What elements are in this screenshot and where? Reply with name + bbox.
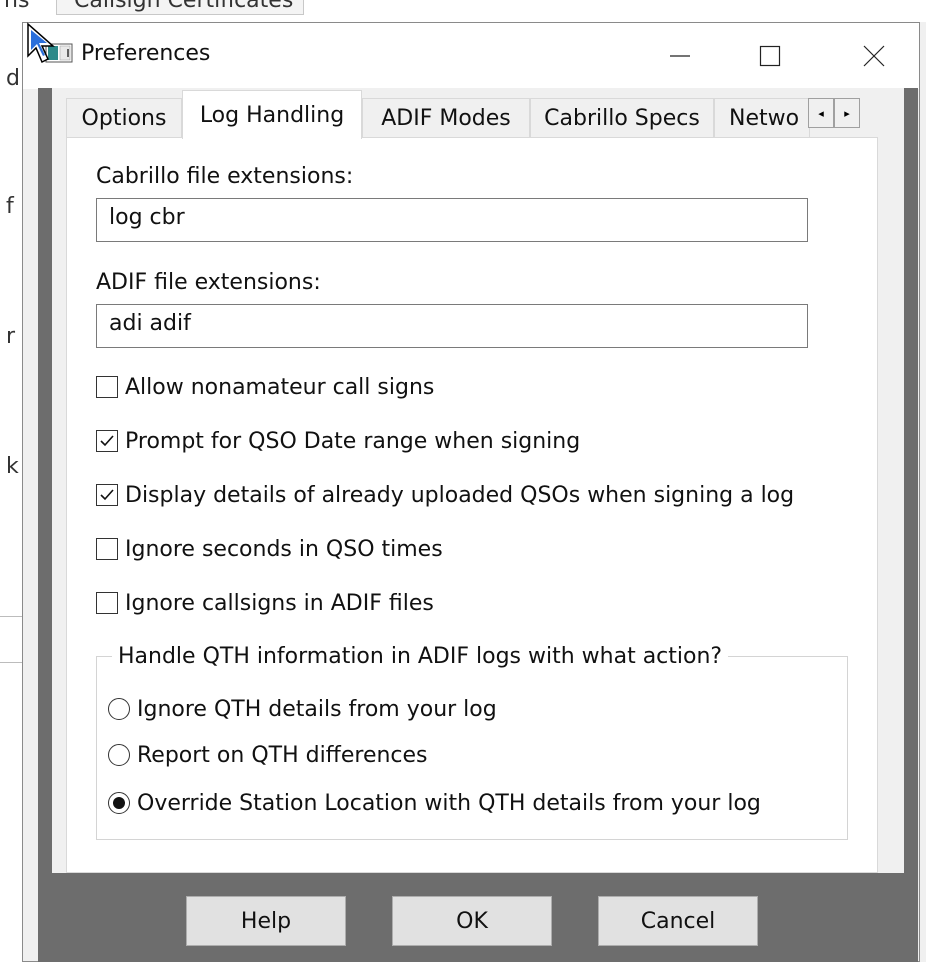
radio-button[interactable] <box>108 792 130 814</box>
radio-override-station-location[interactable]: Override Station Location with QTH detai… <box>108 788 761 818</box>
background-app-tab-label: Callsign Certificates <box>74 0 294 13</box>
radio-selected-dot <box>113 797 125 809</box>
ignore-callsigns-checkbox[interactable]: Ignore callsigns in ADIF files <box>96 588 434 618</box>
radio-button[interactable] <box>108 698 130 720</box>
background-app-glyph: d <box>6 66 20 91</box>
radio-button[interactable] <box>108 744 130 766</box>
window-title: Preferences <box>81 41 211 66</box>
background-divider <box>0 662 24 663</box>
screen: ns Callsign Certificates d f r k Prefere… <box>0 0 926 962</box>
tab-scroll-left-button[interactable]: ◂ <box>808 98 834 128</box>
background-app-text: ns <box>4 0 30 13</box>
prompt-date-range-checkbox[interactable]: Prompt for QSO Date range when signing <box>96 426 580 456</box>
tab-cabrillo-specs[interactable]: Cabrillo Specs <box>530 98 714 138</box>
checkmark-icon <box>100 435 114 447</box>
tab-adif-modes[interactable]: ADIF Modes <box>362 98 530 138</box>
close-icon <box>863 45 885 67</box>
background-app-glyph: k <box>6 454 19 479</box>
arrow-right-icon: ▸ <box>844 106 850 120</box>
adif-extensions-label: ADIF file extensions: <box>96 270 321 295</box>
mouse-cursor-icon <box>27 22 55 64</box>
display-uploaded-details-checkbox[interactable]: Display details of already uploaded QSOs… <box>96 480 794 510</box>
tab-options[interactable]: Options <box>66 98 182 138</box>
minimize-icon <box>670 55 690 57</box>
allow-nonamateur-checkbox[interactable]: Allow nonamateur call signs <box>96 372 434 402</box>
radio-label: Override Station Location with QTH detai… <box>137 790 761 816</box>
adif-extensions-input[interactable]: adi adif <box>96 304 808 348</box>
radio-label: Ignore QTH details from your log <box>137 696 497 722</box>
title-bar[interactable]: Preferences <box>23 23 919 89</box>
radio-ignore-qth[interactable]: Ignore QTH details from your log <box>108 694 497 724</box>
tab-strip: Options Log Handling ADIF Modes Cabrillo… <box>66 90 860 139</box>
checkbox-box[interactable] <box>96 430 118 452</box>
qth-handling-group-title: Handle QTH information in ADIF logs with… <box>112 644 729 669</box>
tab-scroll-right-button[interactable]: ▸ <box>834 98 860 128</box>
maximize-icon <box>759 45 781 67</box>
checkbox-label: Ignore callsigns in ADIF files <box>125 590 434 616</box>
background-app-glyph: f <box>6 194 14 219</box>
tab-log-handling[interactable]: Log Handling <box>182 90 362 139</box>
checkbox-label: Allow nonamateur call signs <box>125 374 435 400</box>
maximize-button[interactable] <box>725 23 815 89</box>
cabrillo-extensions-input[interactable]: log cbr <box>96 198 808 242</box>
close-button[interactable] <box>829 23 919 89</box>
cancel-button[interactable]: Cancel <box>598 896 758 946</box>
background-app-header: ns Callsign Certificates <box>0 0 926 22</box>
minimize-button[interactable] <box>635 23 725 89</box>
background-divider <box>0 616 24 617</box>
checkbox-label: Prompt for QSO Date range when signing <box>125 428 581 454</box>
arrow-left-icon: ◂ <box>818 106 824 120</box>
checkbox-box[interactable] <box>96 592 118 614</box>
checkbox-box[interactable] <box>96 538 118 560</box>
tab-network[interactable]: Netwo <box>714 98 810 138</box>
checkbox-label: Display details of already uploaded QSOs… <box>125 482 795 508</box>
checkbox-label: Ignore seconds in QSO times <box>125 536 443 562</box>
background-app-left-strip: d f r k <box>0 22 24 962</box>
help-button[interactable]: Help <box>186 896 346 946</box>
ok-button[interactable]: OK <box>392 896 552 946</box>
radio-report-qth-differences[interactable]: Report on QTH differences <box>108 740 428 770</box>
cabrillo-extensions-label: Cabrillo file extensions: <box>96 164 354 189</box>
ignore-seconds-checkbox[interactable]: Ignore seconds in QSO times <box>96 534 443 564</box>
checkmark-icon <box>100 489 114 501</box>
checkbox-box[interactable] <box>96 484 118 506</box>
checkbox-box[interactable] <box>96 376 118 398</box>
background-app-glyph: r <box>6 324 16 349</box>
radio-label: Report on QTH differences <box>137 742 428 768</box>
